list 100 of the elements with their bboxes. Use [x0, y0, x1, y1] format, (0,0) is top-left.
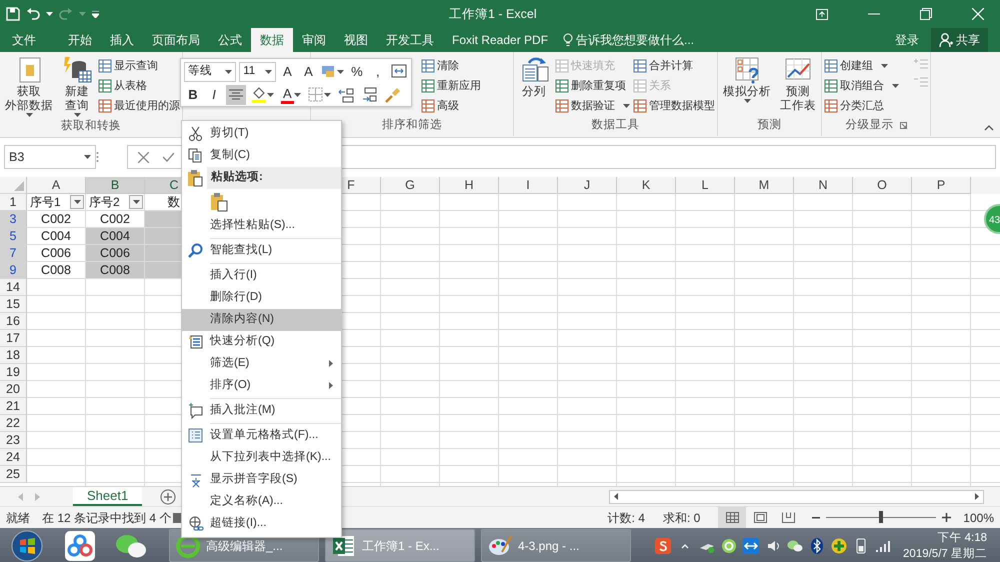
ribbon-button[interactable]: 数据验证 [555, 96, 630, 116]
row-header[interactable]: 5 [0, 228, 27, 245]
table-cell: C002 [27, 211, 86, 228]
row-header[interactable]: 20 [0, 381, 27, 398]
menu-item[interactable]: 定义名称(A)... [182, 491, 341, 513]
ribbon-button[interactable]: 创建组 [824, 56, 899, 76]
ribbon-tab[interactable]: 开发工具 [377, 28, 443, 52]
shrink-font-button[interactable]: A [300, 62, 318, 82]
menu-heading: 粘贴选项: [207, 167, 341, 189]
ribbon-tab[interactable]: 页面布局 [143, 28, 209, 52]
ribbon-button[interactable]: 显示查询 [98, 56, 180, 76]
ribbon-tab[interactable]: 插入 [101, 28, 143, 52]
ribbon-button[interactable]: 管理数据模型 [633, 96, 715, 116]
ribbon-button[interactable]: 取消组合 [824, 76, 899, 96]
menu-item[interactable]: 设置单元格格式(F)... [182, 425, 341, 447]
font-field[interactable]: 等线 [184, 62, 236, 82]
menu-item[interactable]: 插入批注(M) [182, 400, 341, 422]
ribbon-button[interactable]: 从表格 [98, 76, 180, 96]
menu-item[interactable]: 显示拼音字段(S) [182, 469, 341, 491]
italic-button[interactable]: I [205, 85, 223, 105]
ribbon-button[interactable]: 合并计算 [633, 56, 715, 76]
ribbon-button[interactable]: 重新应用 [421, 76, 481, 96]
ribbon-button[interactable]: 分类汇总 [824, 96, 899, 116]
ribbon-tab[interactable]: 数据 [251, 28, 293, 52]
taskbar-button[interactable]: 4-3.png - ... [481, 529, 631, 562]
row-header[interactable]: 15 [0, 296, 27, 313]
menu-item[interactable]: 排序(O) [182, 375, 341, 397]
menu-item[interactable]: 筛选(E) [182, 353, 341, 375]
ribbon-button[interactable]: 最近使用的源 [98, 96, 180, 116]
column-header[interactable]: I [499, 177, 558, 194]
status-text: 就绪 [6, 510, 30, 526]
ribbon-button[interactable]: 删除重复项 [555, 76, 630, 96]
format-button[interactable]: % [348, 62, 366, 82]
ribbon-tab[interactable]: Foxit Reader PDF [443, 28, 558, 52]
ribbon-tab[interactable]: 审阅 [293, 28, 335, 52]
column-header[interactable]: H [440, 177, 499, 194]
format-button[interactable]: B [184, 85, 202, 105]
column-header[interactable]: O [853, 177, 912, 194]
share-button[interactable]: 共享 [931, 28, 988, 52]
row-header[interactable]: 22 [0, 415, 27, 432]
row-header[interactable]: 25 [0, 466, 27, 483]
ribbon-tab[interactable]: 视图 [335, 28, 377, 52]
table-cell[interactable]: C004 [86, 228, 145, 245]
column-header[interactable]: J [558, 177, 617, 194]
row-header[interactable]: 1 [0, 194, 27, 211]
row-header[interactable]: 3 [0, 211, 27, 228]
menu-item[interactable]: 清除内容(N) [182, 309, 341, 331]
ribbon-button[interactable]: 高级 [421, 96, 481, 116]
format-button[interactable]: , [368, 62, 387, 82]
status-text: 在 12 条记录中找到 4 个 [42, 510, 172, 526]
table-cell: 序号2 [86, 194, 145, 211]
row-header[interactable]: 17 [0, 330, 27, 347]
row-header[interactable]: 7 [0, 245, 27, 262]
name-box[interactable]: B3 [4, 145, 96, 169]
ribbon-tab[interactable]: 公式 [209, 28, 251, 52]
ribbon-button[interactable]: 获取 外部数据 [2, 54, 56, 118]
ribbon-button[interactable]: 预测 工作表 [777, 54, 819, 114]
column-header[interactable]: P [912, 177, 971, 194]
ribbon-tab[interactable]: 文件 [3, 28, 45, 52]
row-header[interactable]: 14 [0, 279, 27, 296]
ribbon-button[interactable]: 清除 [421, 56, 481, 76]
column-header[interactable]: L [676, 177, 735, 194]
table-cell[interactable]: C006 [86, 245, 145, 262]
ribbon-button[interactable]: 新建 查询 [59, 54, 95, 118]
menu-item[interactable]: 剪切(T) [182, 123, 341, 145]
grow-font-button[interactable]: A [278, 62, 297, 82]
zoom-level[interactable]: 100% [963, 508, 994, 526]
font-size-field[interactable]: 11 [239, 62, 276, 82]
font-color-button[interactable]: A [279, 85, 303, 105]
menu-item[interactable]: 插入行(I) [182, 265, 341, 287]
menu-item[interactable]: 选择性粘贴(S)... [182, 215, 341, 237]
status-count: 计数: 4 [608, 510, 645, 526]
column-header[interactable]: N [794, 177, 853, 194]
sheet-tab[interactable]: Sheet1 [73, 487, 142, 506]
column-header[interactable]: K [617, 177, 676, 194]
row-header[interactable]: 24 [0, 449, 27, 466]
row-header[interactable]: 19 [0, 364, 27, 381]
ribbon-tab[interactable]: 开始 [59, 28, 101, 52]
clock-date[interactable]: 2019/5/7 星期二 [903, 546, 987, 562]
menu-item[interactable]: 快速分析(Q) [182, 331, 341, 353]
column-header[interactable]: M [735, 177, 794, 194]
column-header[interactable]: A [27, 177, 86, 194]
ribbon-button[interactable]: 分列 [516, 54, 552, 100]
column-header[interactable]: G [381, 177, 440, 194]
menu-item[interactable]: 智能查找(L) [182, 240, 341, 262]
row-header[interactable]: 16 [0, 313, 27, 330]
row-header[interactable]: 21 [0, 398, 27, 415]
menu-item[interactable]: 删除行(D) [182, 287, 341, 309]
ribbon-button[interactable]: 模拟分析 [720, 54, 774, 104]
row-header[interactable]: 23 [0, 432, 27, 449]
table-cell[interactable]: C008 [86, 262, 145, 279]
sign-in-link[interactable]: 登录 [895, 31, 919, 49]
tell-me-box[interactable]: 告诉我您想要做什么... [563, 31, 694, 49]
row-header[interactable]: 18 [0, 347, 27, 364]
row-header[interactable]: 9 [0, 262, 27, 279]
column-header[interactable]: B [86, 177, 145, 194]
menu-item[interactable]: 从下拉列表中选择(K)... [182, 447, 341, 469]
clock-time[interactable]: 下午 4:18 [903, 530, 987, 546]
group-label: 获取和转换 [61, 118, 121, 134]
menu-item[interactable]: 复制(C) [182, 145, 341, 167]
